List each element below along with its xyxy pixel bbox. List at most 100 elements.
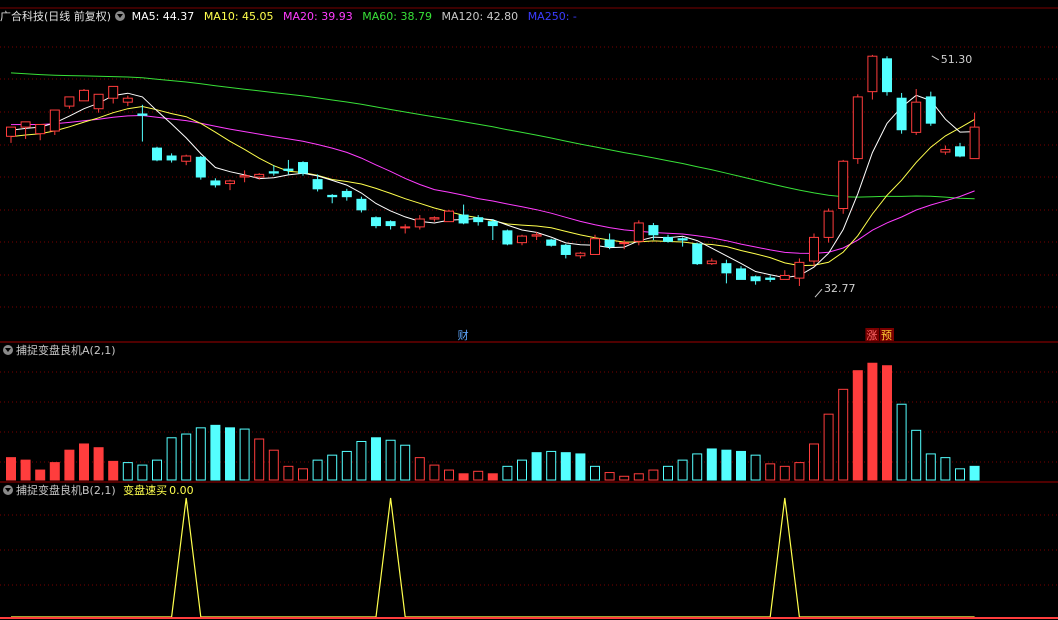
candle-down bbox=[327, 194, 338, 198]
ma5-label: MA5: 44.37 bbox=[131, 10, 195, 23]
indicator-bar bbox=[940, 457, 951, 481]
candle-down bbox=[371, 217, 381, 227]
candle-up bbox=[633, 222, 644, 242]
indicator-bar bbox=[736, 450, 746, 481]
candle-up bbox=[969, 126, 980, 160]
indicator-bar bbox=[706, 448, 717, 481]
indicator-a-header: 捕捉变盘良机A(2,1) bbox=[0, 344, 122, 358]
candle-down bbox=[546, 239, 557, 246]
indicator-bar bbox=[575, 453, 586, 481]
indicator-bar bbox=[152, 459, 162, 481]
event-marker: 财 bbox=[458, 328, 469, 342]
candle-up bbox=[254, 173, 265, 178]
price-annotation: 51.30 bbox=[941, 53, 973, 66]
indicator-bar bbox=[604, 472, 615, 481]
indicator-bar bbox=[400, 444, 411, 481]
indicator-bar bbox=[619, 475, 630, 481]
indicator-bar bbox=[93, 447, 104, 481]
indicator-bar bbox=[166, 437, 177, 481]
indicator-bar bbox=[49, 462, 60, 481]
indicator-bar bbox=[911, 429, 922, 481]
indicator-bar bbox=[122, 462, 133, 481]
indicator-bar bbox=[721, 449, 732, 481]
candle-down bbox=[458, 214, 469, 224]
candle-up bbox=[940, 148, 951, 153]
indicator-bar bbox=[546, 450, 557, 481]
candle-down bbox=[882, 58, 892, 93]
candle-up bbox=[429, 217, 440, 220]
candle-up bbox=[49, 109, 60, 132]
indicator-bar bbox=[64, 449, 75, 481]
indicator-bar bbox=[794, 462, 805, 481]
indicator-bar bbox=[225, 427, 235, 481]
candle-down bbox=[955, 146, 965, 157]
ma10-label: MA10: 45.05 bbox=[203, 10, 274, 23]
indicator-bar bbox=[633, 473, 644, 481]
candle-down bbox=[750, 276, 761, 282]
indicator-bar bbox=[414, 457, 425, 481]
annotation-leader bbox=[931, 55, 940, 61]
candle-down bbox=[692, 243, 703, 265]
candle-down bbox=[765, 277, 776, 280]
candle-down bbox=[502, 230, 513, 245]
candle-down bbox=[896, 97, 907, 131]
indicator-bar bbox=[677, 459, 688, 481]
candle-up bbox=[779, 274, 790, 280]
indicator-bar bbox=[809, 443, 819, 481]
candle-down bbox=[473, 217, 484, 223]
ma60-label: MA60: 38.79 bbox=[362, 10, 432, 23]
candle-down bbox=[152, 147, 162, 161]
candle-down bbox=[298, 162, 308, 174]
signal-label: 变盘速买 bbox=[123, 484, 168, 497]
candle-down bbox=[721, 263, 732, 274]
indicator-bar bbox=[955, 468, 965, 481]
candle-up bbox=[181, 155, 192, 162]
indicator-bar bbox=[487, 473, 498, 481]
indicator-bar bbox=[327, 454, 338, 481]
candle-down bbox=[604, 239, 615, 248]
indicator-bar bbox=[356, 440, 367, 481]
indicator-b-header: 捕捉变盘良机B(2,1) 变盘速买 0.00 bbox=[0, 484, 200, 498]
candle-up bbox=[867, 55, 878, 93]
ma5-line bbox=[10, 92, 975, 279]
candle-down bbox=[356, 198, 367, 211]
candle-up bbox=[444, 210, 454, 223]
chevron-down-icon[interactable] bbox=[3, 485, 13, 495]
indicator-bar bbox=[20, 459, 31, 481]
candle-down bbox=[925, 96, 936, 124]
candle-up bbox=[852, 96, 863, 160]
indicator-a-title: 捕捉变盘良机A(2,1) bbox=[16, 344, 116, 357]
chevron-down-icon[interactable] bbox=[3, 345, 13, 355]
candle-up bbox=[823, 210, 834, 238]
candle-down bbox=[312, 179, 323, 190]
indicator-b-line bbox=[11, 497, 975, 618]
indicator-bar bbox=[312, 459, 323, 481]
candle-down bbox=[137, 113, 148, 116]
ma120-label: MA120: 42.80 bbox=[441, 10, 519, 23]
ma60-line bbox=[10, 72, 975, 200]
candle-down bbox=[487, 221, 498, 227]
candle-up bbox=[122, 97, 133, 103]
candle-down bbox=[210, 180, 221, 186]
indicator-bar bbox=[341, 450, 352, 481]
indicator-bar bbox=[750, 454, 761, 481]
candle-up bbox=[794, 261, 805, 279]
moving-average-lines bbox=[10, 72, 975, 279]
ma20-label: MA20: 39.93 bbox=[283, 10, 353, 23]
indicator-bar bbox=[444, 469, 454, 481]
indicator-bar bbox=[648, 469, 659, 481]
indicator-bar bbox=[210, 424, 221, 481]
indicator-bar bbox=[6, 457, 16, 481]
indicator-bar bbox=[35, 469, 46, 481]
candle-down bbox=[195, 156, 206, 178]
indicator-bar bbox=[371, 437, 381, 481]
indicator-bar bbox=[268, 449, 279, 481]
candle-up bbox=[6, 126, 16, 137]
indicator-bar bbox=[560, 452, 571, 481]
indicator-bar bbox=[502, 465, 513, 481]
indicator-bar bbox=[298, 468, 308, 481]
indicator-bar bbox=[473, 470, 484, 481]
indicator-bar bbox=[429, 464, 440, 481]
chevron-down-icon[interactable] bbox=[115, 11, 126, 21]
candle-up bbox=[20, 121, 31, 128]
